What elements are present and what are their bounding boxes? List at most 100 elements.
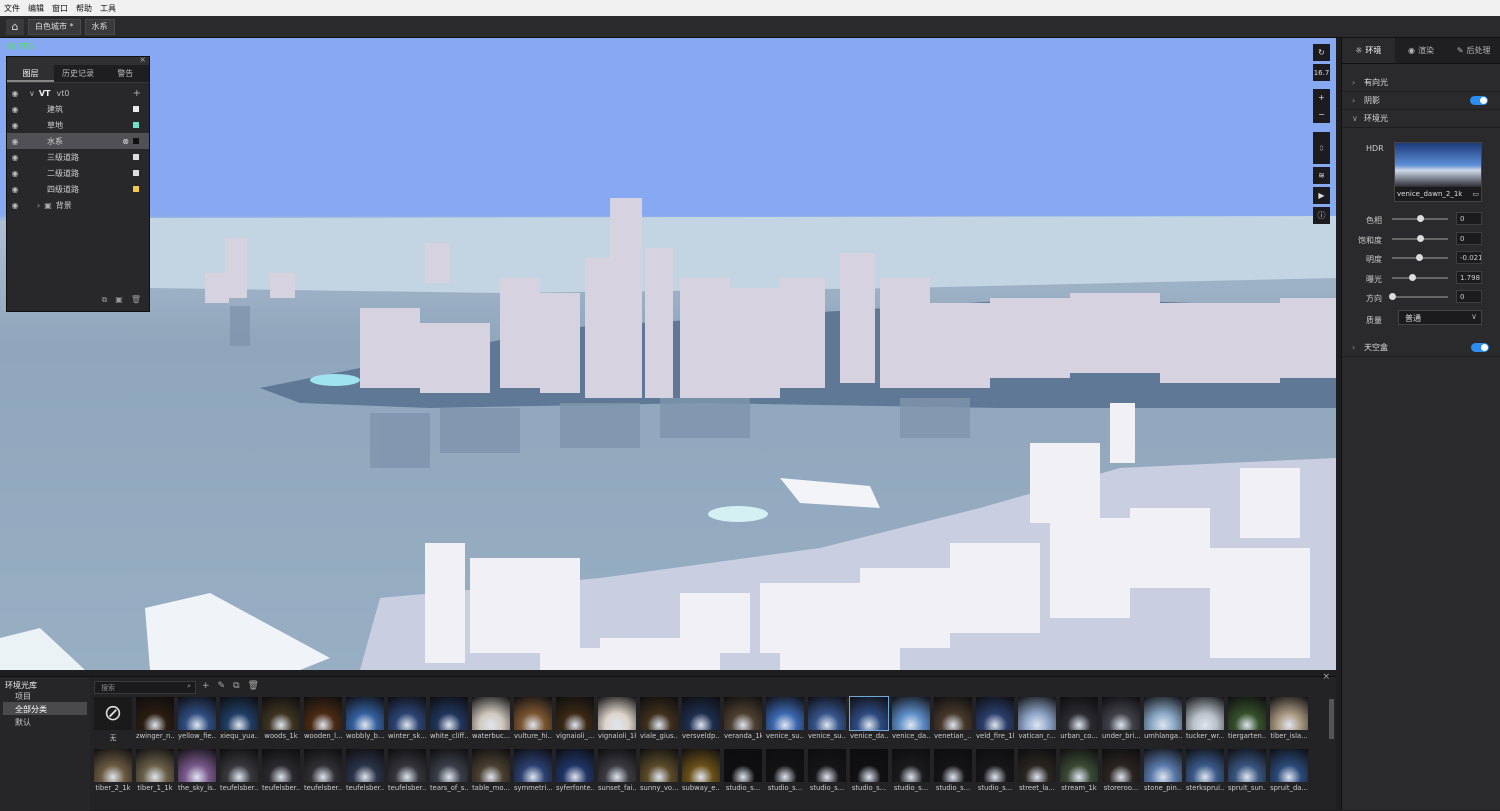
color-swatch[interactable] [133,154,139,160]
hdr-thumbnail-item[interactable]: veranda_1k [724,697,762,743]
hdr-thumbnail-item[interactable]: venice_da... [892,697,930,743]
hdr-thumbnail-item[interactable]: storeroo... [1102,749,1140,795]
hdr-thumbnail-item[interactable]: teufelsber... [262,749,300,795]
color-swatch[interactable] [133,122,139,128]
eye-icon[interactable]: ◉ [7,137,23,146]
add-icon[interactable]: + [202,681,210,691]
save-icon[interactable]: ▣ [115,295,123,305]
layer-root[interactable]: ◉ ∨ VT vt0 + [7,85,149,101]
prop-value[interactable]: 0 [1456,231,1482,245]
menu-edit[interactable]: 编辑 [28,3,44,14]
quality-select[interactable]: 普通 ∨ [1398,310,1482,325]
hdr-thumbnail-item[interactable]: studio_s... [934,749,972,795]
prop-slider[interactable] [1392,273,1448,281]
3d-viewport[interactable]: 60 FPS [0,38,1336,670]
hdr-thumbnail-item[interactable]: xiequ_yua... [220,697,258,743]
hdr-thumbnail-item[interactable]: sunset_fai... [598,749,636,795]
section-skybox[interactable]: › 天空盒 [1342,339,1500,357]
slider-knob[interactable] [1389,293,1396,300]
color-swatch[interactable] [133,170,139,176]
hdr-thumbnail-item[interactable]: venice_su... [808,697,846,743]
hdr-thumbnail-item[interactable]: tucker_wr... [1186,697,1224,743]
slider-knob[interactable] [1416,254,1424,261]
hdr-thumbnail-item[interactable]: urban_co... [1060,697,1098,743]
hdr-thumbnail-item[interactable]: wooden_l... [304,697,342,743]
doc-tab-city[interactable]: 白色城市 * [28,18,81,35]
chevron-right-icon[interactable]: › [37,201,40,210]
hdr-thumbnail-item[interactable]: studio_s... [724,749,762,795]
hdr-thumbnail-item[interactable]: teufelsber... [220,749,258,795]
prop-value[interactable]: 0 [1456,212,1482,225]
edit-icon[interactable]: ✎ [218,681,226,691]
duplicate-icon[interactable]: ⧉ [102,295,108,305]
hdr-thumbnail-item[interactable]: studio_s... [808,749,846,795]
hdr-thumbnail-item[interactable]: teufelsber... [304,749,342,795]
library-search-input[interactable]: 搜索 ⌕ [94,681,196,694]
close-icon[interactable]: × [1322,672,1330,682]
eye-icon[interactable]: ◉ [7,105,23,114]
hdr-thumbnail-item[interactable]: spruit_da... [1270,749,1308,795]
hdr-thumbnail-item[interactable]: venice_da... [849,696,889,743]
hdr-thumbnail-item[interactable]: zwinger_n... [136,697,174,743]
hdr-thumbnail-item[interactable]: tiber_2_1k [94,749,132,795]
hdr-thumbnail-item[interactable]: vulture_hi... [514,697,552,743]
hdr-thumbnail-item[interactable]: viale_gius... [640,697,678,743]
tab-render[interactable]: ◉ 渲染 [1395,38,1448,63]
hdr-thumbnail-item[interactable]: studio_s... [976,749,1014,795]
zoom-in-button[interactable]: + [1313,89,1330,106]
remove-icon[interactable]: ⊗ [122,137,129,146]
hdr-thumbnail-item[interactable]: tiergarten... [1228,697,1266,743]
prop-slider[interactable] [1392,254,1448,261]
hdr-thumbnail-item[interactable]: stone_pin... [1144,749,1182,795]
prop-value[interactable]: -0.021 [1456,251,1482,264]
tab-warnings[interactable]: 警告 [102,65,149,82]
hdr-thumbnail-item[interactable]: stream_1k [1060,749,1098,795]
skybox-toggle[interactable] [1471,343,1489,352]
tab-layers[interactable]: 图层 [7,65,55,82]
section-ambient-light[interactable]: ∨ 环境光 [1342,110,1500,128]
hdr-thumbnail-item[interactable]: street_la... [1018,749,1056,795]
hdr-thumbnail-item[interactable]: veld_fire_1k [976,697,1014,743]
hdr-thumbnail-item[interactable]: teufelsber... [388,749,426,795]
hdr-thumbnail-item[interactable]: vatican_r... [1018,697,1056,743]
hdr-thumbnail-item[interactable]: tears_of_s... [430,749,468,795]
menu-help[interactable]: 帮助 [76,3,92,14]
play-icon[interactable]: ▶ [1313,187,1330,204]
hdr-thumbnail-item[interactable]: studio_s... [892,749,930,795]
prop-slider[interactable] [1389,293,1448,300]
hdr-thumbnail-item[interactable]: woods_1k [262,697,300,743]
shadow-toggle[interactable] [1470,96,1488,105]
section-directional-light[interactable]: › 有向光 [1342,74,1500,92]
hdr-thumbnail-item[interactable]: subway_e... [682,749,720,795]
hdr-thumbnail-item[interactable]: table_mo... [472,749,510,795]
prop-slider[interactable] [1392,215,1448,222]
close-icon[interactable]: × [139,55,146,64]
layer-row[interactable]: ◉ 三级道路 [7,149,149,165]
color-swatch[interactable] [133,186,139,192]
hdr-thumbnail-item[interactable]: sunny_vo... [640,749,678,795]
section-shadow[interactable]: › 阴影 [1342,92,1500,110]
library-scrollbar[interactable] [1329,699,1334,739]
tab-environment[interactable]: ☼ 环境 [1342,38,1395,63]
category-item[interactable]: 全部分类 [3,702,87,715]
folder-icon[interactable]: ▭ [1472,190,1479,200]
hdr-thumbnail-item[interactable]: tiber_isla... [1270,697,1308,743]
slider-knob[interactable] [1417,215,1424,222]
hdr-thumbnail-item[interactable]: winter_sk... [388,697,426,743]
layer-row[interactable]: ◉ 草地 [7,117,149,133]
menu-file[interactable]: 文件 [4,3,20,14]
tab-postprocess[interactable]: ✎ 后处理 [1447,38,1500,63]
add-layer-icon[interactable]: + [133,88,141,99]
hdr-thumbnail-item[interactable]: sterksprui... [1186,749,1224,795]
hdr-thumbnail-item[interactable]: vignaioli_1k [598,697,636,743]
trash-icon[interactable]: 🗑 [131,295,141,305]
hdr-thumbnail-item[interactable]: studio_s... [766,749,804,795]
trash-icon[interactable]: 🗑 [248,681,259,691]
doc-tab-water[interactable]: 水系 [84,18,115,35]
hdr-thumbnail-item[interactable]: spruit_sun... [1228,749,1266,795]
hdr-thumbnail-item[interactable]: venice_su... [766,697,804,743]
eye-icon[interactable]: ◉ [7,89,23,98]
hdr-thumbnail-item[interactable]: venetian_... [934,697,972,743]
hdr-thumbnail-item[interactable]: white_cliff... [430,697,468,743]
hdr-thumbnail-item[interactable]: wobbly_b... [346,697,384,743]
